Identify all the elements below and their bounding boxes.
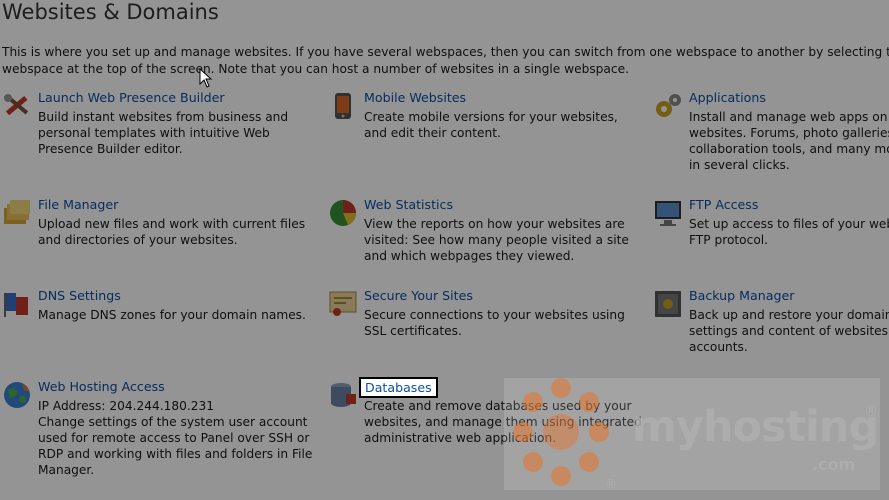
desc-line: Secure connections to your websites usin… xyxy=(364,308,625,322)
desc-line: in several clicks. xyxy=(689,158,790,172)
watermark-reg-mark: ® xyxy=(864,404,878,420)
desc-line: Set up access to files of your webs xyxy=(689,217,889,231)
web-statistics-link[interactable]: Web Statistics xyxy=(364,197,453,212)
dns-settings-desc: Manage DNS zones for your domain names. xyxy=(38,307,306,323)
desc-line: and directories of your websites. xyxy=(38,233,238,247)
launch-web-presence-builder-link[interactable]: Launch Web Presence Builder xyxy=(38,90,225,105)
desc-line: personal templates with intuitive Web xyxy=(38,126,270,140)
file-manager-link[interactable]: File Manager xyxy=(38,197,118,212)
databases-highlighted-link[interactable]: Databases xyxy=(359,377,438,398)
ftp-monitor-icon xyxy=(655,201,681,226)
desc-line: Build instant websites from business and xyxy=(38,110,289,124)
gears-icon xyxy=(656,94,681,117)
intro-line-1: This is where you set up and manage webs… xyxy=(2,45,889,59)
web-hosting-access-desc: IP Address: 204.244.180.231 Change setti… xyxy=(38,398,312,478)
dns-flags-icon xyxy=(4,293,28,317)
sun-logo-icon xyxy=(513,378,609,486)
certificate-icon xyxy=(329,291,357,316)
desc-line: Back up and restore your domains xyxy=(689,308,889,322)
desc-line: visited: See how many people visited a s… xyxy=(364,233,629,247)
desc-line: settings and content of websites a xyxy=(689,324,889,338)
watermark-reg-mark-2: ® xyxy=(605,477,617,491)
desc-line: Create mobile versions for your websites… xyxy=(364,110,618,124)
ip-address: IP Address: 204.244.180.231 xyxy=(38,399,215,413)
safe-icon xyxy=(655,291,681,317)
tools-icon xyxy=(4,94,29,116)
pie-chart-icon xyxy=(330,200,356,226)
desc-line: and which webpages they viewed. xyxy=(364,249,575,263)
desc-line: collaboration tools, and many mor xyxy=(689,142,889,156)
intro-line-2: webspace at the top of the screen. Note … xyxy=(2,62,629,76)
launch-web-presence-builder-desc: Build instant websites from business and… xyxy=(38,109,288,157)
mobile-websites-desc: Create mobile versions for your websites… xyxy=(364,109,618,141)
applications-link[interactable]: Applications xyxy=(689,90,766,105)
desc-line: SSL certificates. xyxy=(364,324,462,338)
watermark-brand: myhosting xyxy=(632,402,879,452)
desc-line: accounts. xyxy=(689,340,748,354)
backup-manager-desc: Back up and restore your domains setting… xyxy=(689,307,889,355)
secure-your-sites-desc: Secure connections to your websites usin… xyxy=(364,307,625,339)
applications-desc: Install and manage web apps on your webs… xyxy=(689,109,889,173)
desc-line: View the reports on how your websites ar… xyxy=(364,217,625,231)
page-title: Websites & Domains xyxy=(2,0,219,24)
web-hosting-access-link[interactable]: Web Hosting Access xyxy=(38,379,165,394)
intro-text: This is where you set up and manage webs… xyxy=(2,44,889,78)
desc-line: websites. Forums, photo galleries xyxy=(689,126,889,140)
desc-line: Change settings of the system user accou… xyxy=(38,415,308,429)
dns-settings-link[interactable]: DNS Settings xyxy=(38,288,121,303)
desc-line: Upload new files and work with current f… xyxy=(38,217,306,231)
ftp-access-link[interactable]: FTP Access xyxy=(689,197,758,212)
mobile-phone-icon xyxy=(335,93,351,119)
desc-line: FTP protocol. xyxy=(689,233,769,247)
secure-your-sites-link[interactable]: Secure Your Sites xyxy=(364,288,473,303)
ftp-access-desc: Set up access to files of your webs FTP … xyxy=(689,216,889,248)
watermark-suffix: .com xyxy=(812,455,856,474)
desc-line: used for remote access to Panel over SSH… xyxy=(38,431,310,445)
globe-icon xyxy=(4,382,30,408)
desc-line: RDP and working with files and folders i… xyxy=(38,447,313,461)
websites-domains-page: Websites & Domains This is where you set… xyxy=(0,0,889,500)
web-statistics-desc: View the reports on how your websites ar… xyxy=(364,216,629,264)
database-icon xyxy=(331,383,356,407)
file-manager-desc: Upload new files and work with current f… xyxy=(38,216,305,248)
desc-line: Manager. xyxy=(38,463,95,477)
backup-manager-link[interactable]: Backup Manager xyxy=(689,288,794,303)
desc-line: Install and manage web apps on your xyxy=(689,110,889,124)
desc-line: Manage DNS zones for your domain names. xyxy=(38,308,306,322)
desc-line: Presence Builder editor. xyxy=(38,142,183,156)
folders-icon xyxy=(4,200,30,224)
desc-line: and edit their content. xyxy=(364,126,501,140)
mobile-websites-link[interactable]: Mobile Websites xyxy=(364,90,466,105)
mouse-cursor-icon xyxy=(199,68,213,88)
